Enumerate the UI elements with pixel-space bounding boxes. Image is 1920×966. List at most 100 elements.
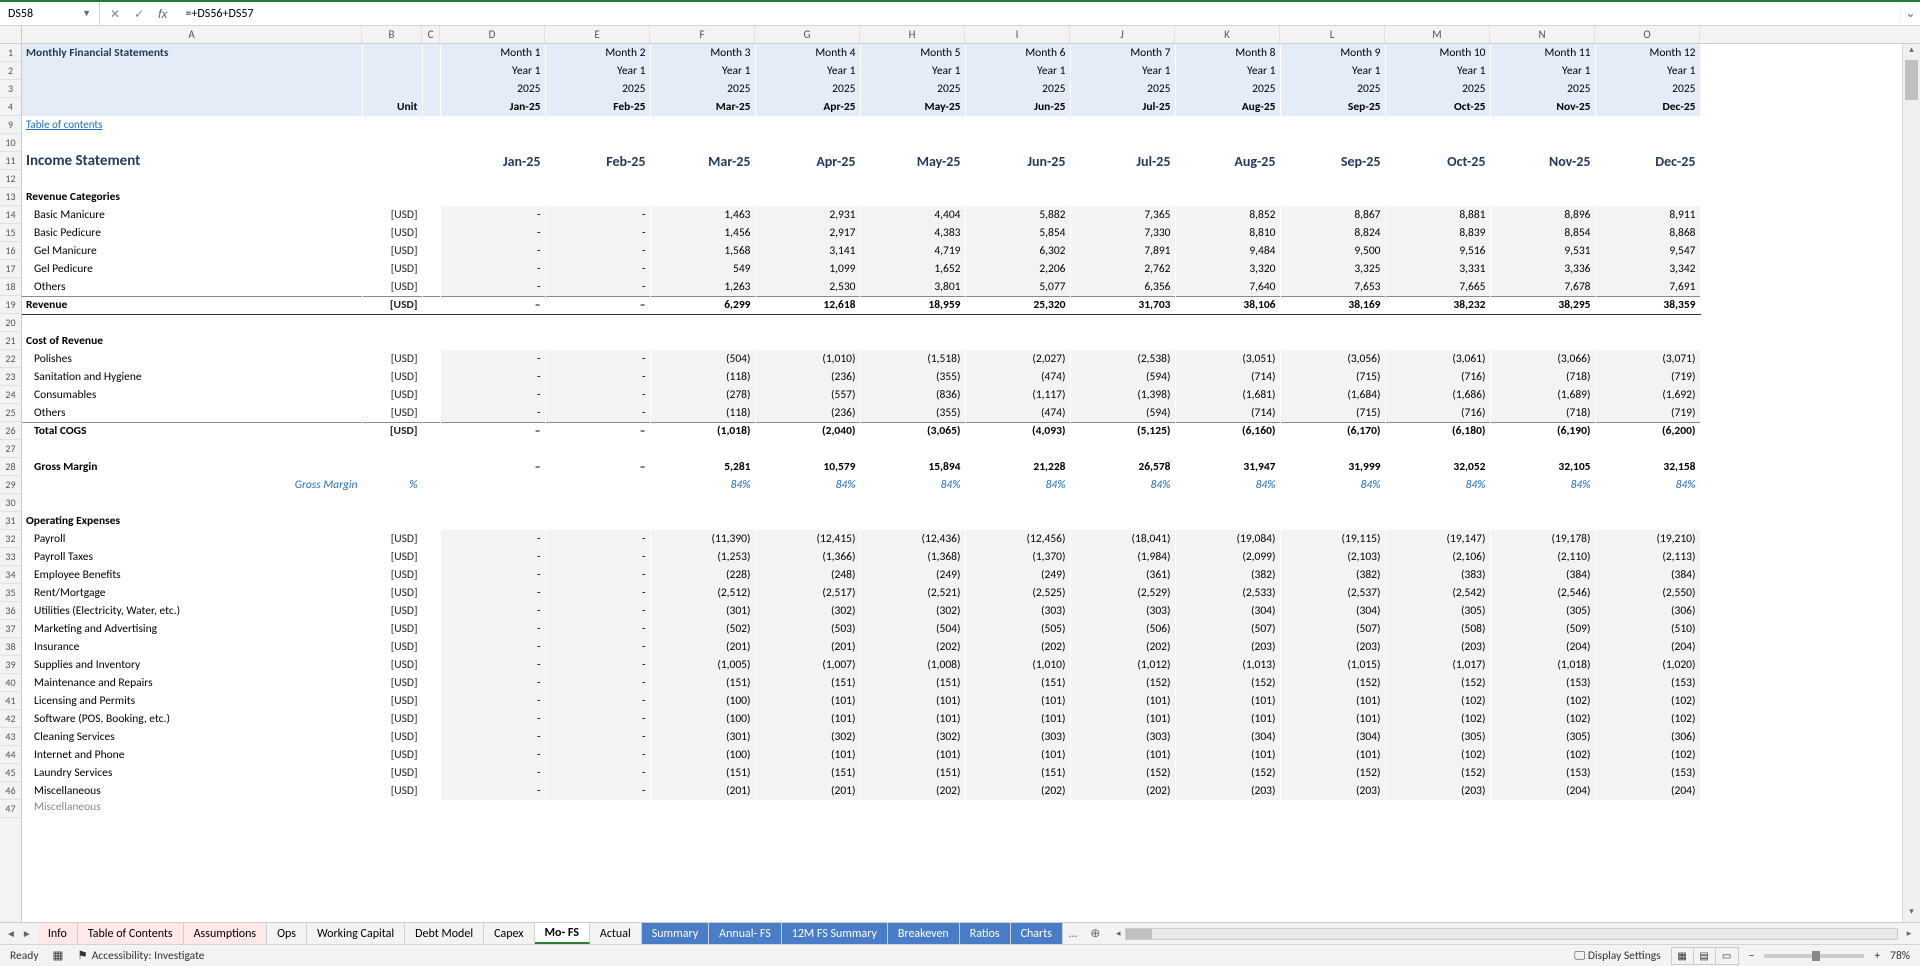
row-header-13[interactable]: 13 bbox=[0, 188, 21, 206]
row-header-24[interactable]: 24 bbox=[0, 386, 21, 404]
formula-input[interactable]: =+DS56+DS57 bbox=[177, 2, 1900, 25]
row-header-4[interactable]: 4 bbox=[0, 98, 21, 116]
zoom-in-icon[interactable]: + bbox=[1874, 949, 1880, 963]
row-header-11[interactable]: 11 bbox=[0, 152, 21, 170]
confirm-icon[interactable]: ✓ bbox=[134, 7, 144, 21]
row-header-2[interactable]: 2 bbox=[0, 62, 21, 80]
macro-record-icon[interactable]: ▦ bbox=[53, 948, 64, 963]
sheet-tab-summary[interactable]: Summary bbox=[642, 923, 709, 944]
row-header-42[interactable]: 42 bbox=[0, 710, 21, 728]
row-header-28[interactable]: 28 bbox=[0, 458, 21, 476]
sheet-tab-mo-fs[interactable]: Mo- FS bbox=[535, 923, 590, 944]
horizontal-scrollbar[interactable]: ◂ ▸ bbox=[1107, 923, 1920, 944]
select-all-corner[interactable] bbox=[0, 26, 22, 43]
sheet-tab-capex[interactable]: Capex bbox=[484, 923, 534, 944]
row-header-20[interactable]: 20 bbox=[0, 314, 21, 332]
tab-nav-next-icon[interactable]: ► bbox=[22, 927, 32, 940]
column-header-I[interactable]: I bbox=[965, 26, 1070, 43]
hscroll-right-icon[interactable]: ▸ bbox=[1902, 928, 1916, 939]
column-header-D[interactable]: D bbox=[440, 26, 545, 43]
column-header-N[interactable]: N bbox=[1490, 26, 1595, 43]
sheet-tab-ratios[interactable]: Ratios bbox=[960, 923, 1011, 944]
row-header-47[interactable]: 47 bbox=[0, 800, 21, 818]
column-header-H[interactable]: H bbox=[860, 26, 965, 43]
zoom-level[interactable]: 78% bbox=[1890, 949, 1910, 963]
row-header-22[interactable]: 22 bbox=[0, 350, 21, 368]
row-header-34[interactable]: 34 bbox=[0, 566, 21, 584]
column-header-L[interactable]: L bbox=[1280, 26, 1385, 43]
cancel-icon[interactable]: ✕ bbox=[110, 7, 120, 21]
sheet-tab-debt-model[interactable]: Debt Model bbox=[405, 923, 484, 944]
row-header-39[interactable]: 39 bbox=[0, 656, 21, 674]
hscroll-left-icon[interactable]: ◂ bbox=[1111, 928, 1125, 939]
row-header-43[interactable]: 43 bbox=[0, 728, 21, 746]
row-header-3[interactable]: 3 bbox=[0, 80, 21, 98]
row-header-12[interactable]: 12 bbox=[0, 170, 21, 188]
column-header-G[interactable]: G bbox=[755, 26, 860, 43]
formula-expand-icon[interactable]: ⌄ bbox=[1900, 6, 1920, 21]
row-header-17[interactable]: 17 bbox=[0, 260, 21, 278]
sheet-tab-annual-fs[interactable]: Annual- FS bbox=[709, 923, 782, 944]
row-header-31[interactable]: 31 bbox=[0, 512, 21, 530]
row-header-27[interactable]: 27 bbox=[0, 440, 21, 458]
vscroll-thumb[interactable] bbox=[1905, 60, 1918, 100]
row-header-32[interactable]: 32 bbox=[0, 530, 21, 548]
column-header-B[interactable]: B bbox=[362, 26, 422, 43]
row-header-41[interactable]: 41 bbox=[0, 692, 21, 710]
row-header-44[interactable]: 44 bbox=[0, 746, 21, 764]
column-header-F[interactable]: F bbox=[650, 26, 755, 43]
name-box-dropdown-icon[interactable]: ▼ bbox=[82, 8, 91, 19]
view-mode-buttons[interactable]: ▦ ▤ ▭ bbox=[1671, 947, 1739, 965]
column-header-E[interactable]: E bbox=[545, 26, 650, 43]
scroll-down-icon[interactable]: ▾ bbox=[1903, 906, 1920, 922]
row-header-26[interactable]: 26 bbox=[0, 422, 21, 440]
row-header-45[interactable]: 45 bbox=[0, 764, 21, 782]
row-header-1[interactable]: 1 bbox=[0, 44, 21, 62]
row-header-9[interactable]: 9 bbox=[0, 116, 21, 134]
tabs-more[interactable]: … bbox=[1063, 923, 1083, 944]
row-header-10[interactable]: 10 bbox=[0, 134, 21, 152]
sheet-tab-12m-fs-summary[interactable]: 12M FS Summary bbox=[782, 923, 888, 944]
row-header-38[interactable]: 38 bbox=[0, 638, 21, 656]
row-header-29[interactable]: 29 bbox=[0, 476, 21, 494]
row-header-23[interactable]: 23 bbox=[0, 368, 21, 386]
page-break-view-icon[interactable]: ▭ bbox=[1716, 948, 1738, 964]
sheet-tab-table-of-contents[interactable]: Table of Contents bbox=[78, 923, 184, 944]
scroll-up-icon[interactable]: ▴ bbox=[1903, 44, 1920, 60]
sheet-tab-charts[interactable]: Charts bbox=[1011, 923, 1063, 944]
hscroll-thumb[interactable] bbox=[1126, 929, 1152, 939]
sheet-tab-assumptions[interactable]: Assumptions bbox=[184, 923, 267, 944]
zoom-slider[interactable] bbox=[1764, 954, 1864, 958]
display-settings[interactable]: 🖵 Display Settings bbox=[1574, 949, 1660, 963]
column-header-A[interactable]: A bbox=[22, 26, 362, 43]
row-header-35[interactable]: 35 bbox=[0, 584, 21, 602]
add-sheet-button[interactable]: ⊕ bbox=[1083, 923, 1107, 944]
fx-icon[interactable]: fx bbox=[158, 7, 167, 21]
normal-view-icon[interactable]: ▦ bbox=[1672, 948, 1694, 964]
page-layout-view-icon[interactable]: ▤ bbox=[1694, 948, 1716, 964]
row-header-36[interactable]: 36 bbox=[0, 602, 21, 620]
column-header-M[interactable]: M bbox=[1385, 26, 1490, 43]
accessibility-status[interactable]: Accessibility: Investigate bbox=[77, 948, 204, 963]
row-header-46[interactable]: 46 bbox=[0, 782, 21, 800]
row-header-15[interactable]: 15 bbox=[0, 224, 21, 242]
column-header-C[interactable]: C bbox=[422, 26, 440, 43]
name-box[interactable]: DS58 ▼ bbox=[0, 2, 100, 25]
sheet-tab-ops[interactable]: Ops bbox=[267, 923, 307, 944]
column-header-K[interactable]: K bbox=[1175, 26, 1280, 43]
zoom-out-icon[interactable]: − bbox=[1749, 949, 1755, 963]
tab-nav-first-icon[interactable]: ◄ bbox=[6, 927, 16, 940]
row-header-19[interactable]: 19 bbox=[0, 296, 21, 314]
row-header-33[interactable]: 33 bbox=[0, 548, 21, 566]
sheet-tab-info[interactable]: Info bbox=[38, 923, 78, 944]
vertical-scrollbar[interactable]: ▴ ▾ bbox=[1902, 44, 1920, 922]
table-of-contents-link[interactable]: Table of contents bbox=[26, 118, 102, 131]
row-header-40[interactable]: 40 bbox=[0, 674, 21, 692]
row-header-18[interactable]: 18 bbox=[0, 278, 21, 296]
row-header-14[interactable]: 14 bbox=[0, 206, 21, 224]
row-header-30[interactable]: 30 bbox=[0, 494, 21, 512]
row-header-21[interactable]: 21 bbox=[0, 332, 21, 350]
column-header-J[interactable]: J bbox=[1070, 26, 1175, 43]
sheet-tab-breakeven[interactable]: Breakeven bbox=[888, 923, 960, 944]
row-header-37[interactable]: 37 bbox=[0, 620, 21, 638]
